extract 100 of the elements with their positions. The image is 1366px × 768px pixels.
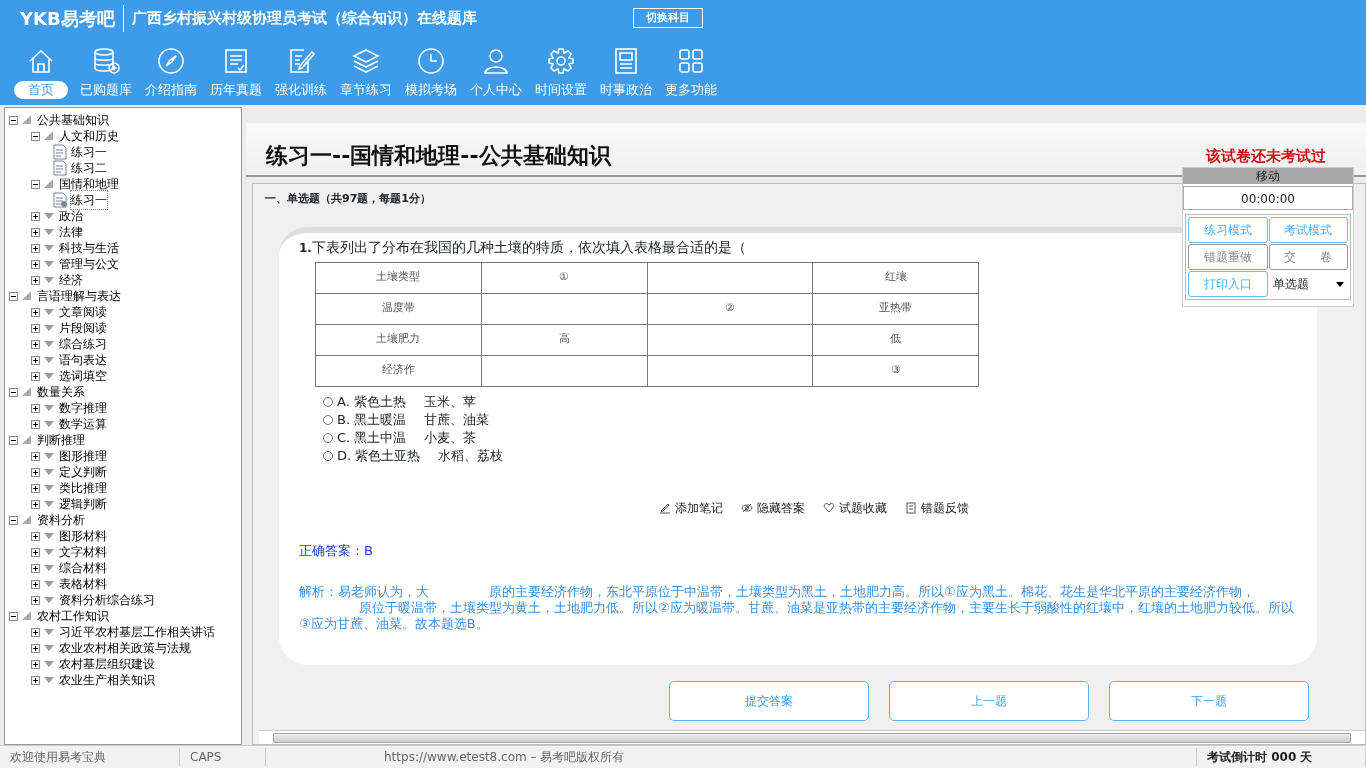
tree-item[interactable]: 资料分析 — [37, 511, 85, 529]
tree-item[interactable]: 片段阅读 — [59, 319, 107, 337]
expand-toggle[interactable] — [31, 675, 40, 685]
collapse-toggle[interactable] — [31, 179, 40, 189]
expanded-triangle-icon — [43, 130, 55, 142]
tree-item[interactable]: 文章阅读 — [59, 303, 107, 321]
paper-title: 练习一--国情和地理--公共基础知识 — [266, 142, 611, 169]
tree-item[interactable]: 农村基层组织建设 — [59, 655, 155, 673]
radio-button[interactable] — [323, 396, 333, 407]
radio-button[interactable] — [323, 450, 333, 461]
tree-item[interactable]: 国情和地理 — [59, 175, 119, 193]
layers-icon[interactable] — [350, 46, 381, 76]
expand-toggle[interactable] — [31, 483, 40, 493]
collapse-toggle[interactable] — [9, 387, 18, 397]
expand-toggle[interactable] — [31, 627, 40, 637]
tree-item[interactable]: 数字推理 — [59, 399, 107, 417]
table-cell: 红壤 — [884, 270, 907, 284]
expand-toggle[interactable] — [31, 339, 40, 349]
expand-toggle[interactable] — [31, 547, 40, 557]
table-cell: 土壤肥力 — [376, 332, 421, 346]
collapse-toggle[interactable] — [9, 515, 18, 525]
collapse-toggle[interactable] — [9, 291, 18, 301]
tree-item[interactable]: 科技与生活 — [59, 239, 119, 257]
expand-toggle[interactable] — [31, 371, 40, 381]
tool-link[interactable]: 试题收藏 — [823, 498, 887, 517]
eye-slash-icon — [741, 501, 753, 514]
gear-icon[interactable] — [545, 46, 576, 76]
tool-link[interactable]: 添加笔记 — [659, 498, 723, 517]
expand-toggle[interactable] — [31, 243, 40, 253]
tree-item[interactable]: 图形材料 — [59, 527, 107, 545]
collapse-toggle[interactable] — [9, 611, 18, 621]
panel-header[interactable]: 移动 — [1183, 168, 1353, 184]
expand-toggle[interactable] — [31, 419, 40, 429]
expand-toggle[interactable] — [31, 259, 40, 269]
expand-toggle[interactable] — [31, 227, 40, 237]
tree-item[interactable]: 习近平农村基层工作相关讲话 — [59, 623, 215, 641]
tree-item[interactable]: 综合练习 — [59, 335, 107, 353]
tree-item[interactable]: 法律 — [59, 223, 83, 241]
tree-item[interactable]: 经济 — [59, 271, 83, 289]
document-icon — [53, 160, 67, 176]
expand-toggle[interactable] — [31, 403, 40, 413]
tool-link[interactable]: 隐藏答案 — [741, 498, 805, 517]
question-type-select[interactable]: 单选题 — [1268, 271, 1348, 297]
tree-item[interactable]: 言语理解与表达 — [37, 287, 121, 305]
expand-toggle[interactable] — [31, 499, 40, 509]
tree-item[interactable]: 表格材料 — [59, 575, 107, 593]
tree-item[interactable]: 选词填空 — [59, 367, 107, 385]
expand-toggle[interactable] — [31, 275, 40, 285]
expand-toggle[interactable] — [31, 323, 40, 333]
note-icon — [659, 501, 671, 514]
radio-button[interactable] — [323, 414, 333, 425]
expand-toggle[interactable] — [31, 211, 40, 221]
tree-item[interactable]: 逻辑判断 — [59, 495, 107, 513]
collapse-toggle[interactable] — [9, 435, 18, 445]
expanded-triangle-icon — [21, 434, 33, 446]
table-cell: 亚热带 — [879, 301, 913, 315]
expand-toggle[interactable] — [31, 659, 40, 669]
tree-item[interactable]: 人文和历史 — [59, 127, 119, 145]
tree-item[interactable]: 政治 — [59, 207, 83, 225]
tree-item[interactable]: 图形推理 — [59, 447, 107, 465]
expand-toggle[interactable] — [31, 451, 40, 461]
table-cell: ③ — [890, 363, 901, 377]
tool-link[interactable]: 错题反馈 — [905, 498, 969, 517]
expand-toggle[interactable] — [31, 355, 40, 365]
heart-icon — [823, 501, 835, 514]
expand-toggle[interactable] — [31, 579, 40, 589]
tree-item[interactable]: 农业生产相关知识 — [59, 671, 155, 689]
radio-button[interactable] — [323, 432, 333, 443]
tree-item[interactable]: 判断推理 — [37, 431, 85, 449]
expand-toggle[interactable] — [31, 643, 40, 653]
clock-icon[interactable] — [415, 46, 446, 76]
tree-item[interactable]: 管理与公文 — [59, 255, 119, 273]
tree-item[interactable]: 数量关系 — [37, 383, 85, 401]
tree-item[interactable]: 公共基础知识 — [37, 111, 109, 129]
tree-item[interactable]: 数学运算 — [59, 415, 107, 433]
expand-toggle[interactable] — [31, 467, 40, 477]
correct-answer: 正确答案：B — [299, 541, 374, 560]
tree-item[interactable]: 综合材料 — [59, 559, 107, 577]
app-title: 广西乡村振兴村级协理员考试（综合知识）在线题库 — [130, 7, 477, 29]
expand-toggle[interactable] — [31, 307, 40, 317]
compass-icon[interactable] — [155, 46, 186, 76]
tree-item[interactable]: 练习一 — [71, 143, 107, 161]
tree-item[interactable]: 练习二 — [71, 159, 107, 177]
tree-item[interactable]: 语句表达 — [59, 351, 107, 369]
tree-item[interactable]: 文字材料 — [59, 543, 107, 561]
tree-item[interactable]: 资料分析综合练习 — [59, 591, 155, 609]
tree-item[interactable]: 练习一 — [71, 191, 107, 209]
tree-item[interactable]: 定义判断 — [59, 463, 107, 481]
table-cell: 温度带 — [381, 301, 415, 315]
exam-status-text: 该试卷还未考试过 — [1206, 145, 1326, 167]
expand-toggle[interactable] — [31, 563, 40, 573]
tree-item[interactable]: 农村工作知识 — [37, 607, 109, 625]
collapse-toggle[interactable] — [9, 115, 18, 125]
expand-toggle[interactable] — [31, 531, 40, 541]
tree-item[interactable]: 类比推理 — [59, 479, 107, 497]
collapse-toggle[interactable] — [31, 131, 40, 141]
expanded-triangle-icon — [21, 514, 33, 526]
tree-item[interactable]: 农业农村相关政策与法规 — [59, 639, 191, 657]
explanation-text: 解析：易老师认为，大 原的主要经济作物，东北平原位于中温带，土壤类型为黑土，土地肥力高。所以①应为黑土。棉花、花生是华北平原的主要经济作物， 原位于暖温带，土壤类型为黄土，土地肥力低。所以②应为暖温带。甘蔗、油菜是亚热带的主要经济作物，主要生长于弱酸性的红壤中，红壤的土地肥力较低。所以③应为甘蔗、油菜。故本题选B。 — [299, 584, 1295, 632]
expand-toggle[interactable] — [31, 595, 40, 605]
